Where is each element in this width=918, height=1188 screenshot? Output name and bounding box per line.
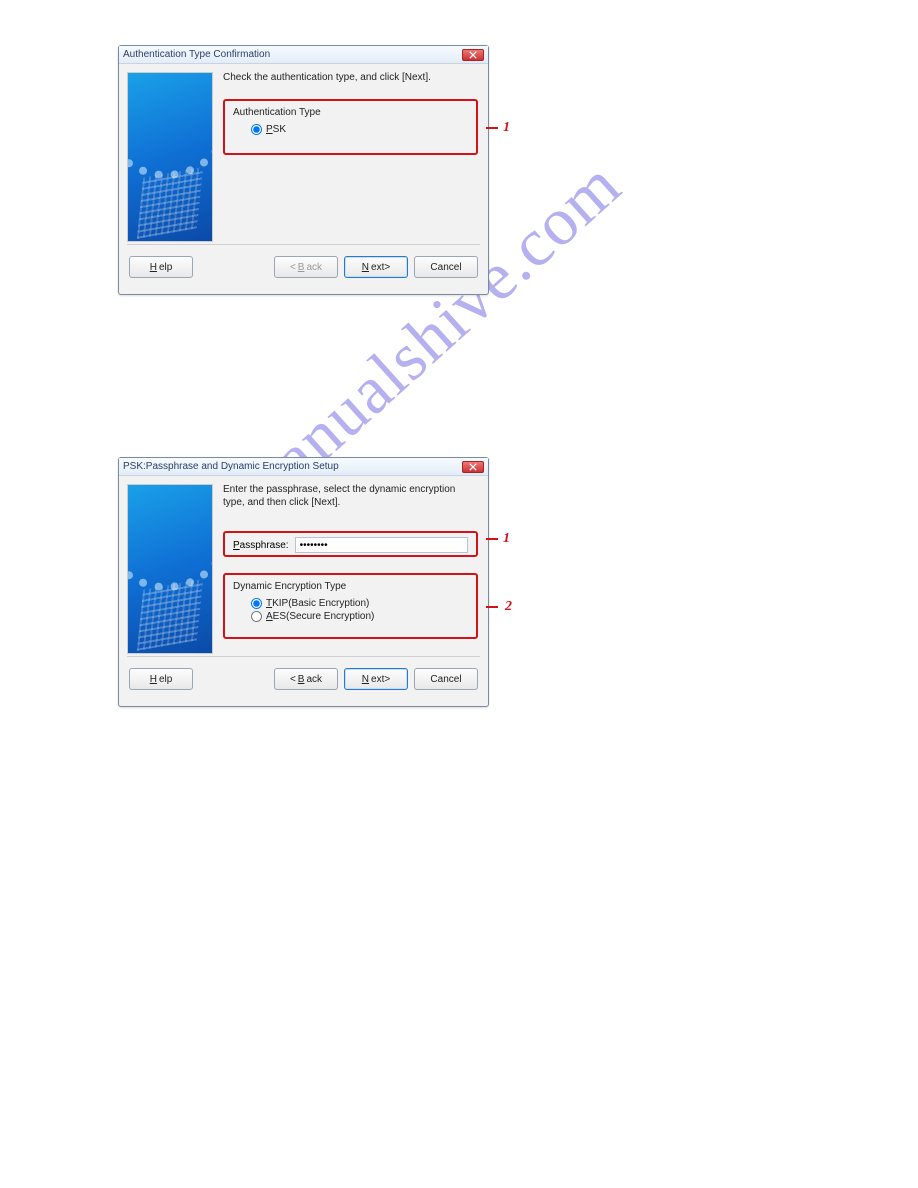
cancel-button[interactable]: Cancel	[414, 256, 478, 278]
passphrase-input[interactable]	[295, 537, 468, 553]
help-button[interactable]: Help	[129, 668, 193, 690]
next-button[interactable]: Next>	[344, 256, 408, 278]
close-button[interactable]	[462, 461, 484, 473]
passphrase-group: Passphrase:	[223, 531, 478, 557]
callout-leader	[486, 127, 498, 129]
close-icon	[469, 463, 477, 471]
titlebar[interactable]: PSK:Passphrase and Dynamic Encryption Se…	[119, 458, 488, 476]
auth-type-psk-option[interactable]: PSK	[233, 122, 468, 135]
callout-marker-1: 1	[503, 531, 510, 547]
instruction-text: Enter the passphrase, select the dynamic…	[223, 484, 478, 509]
window-title: Authentication Type Confirmation	[123, 49, 270, 60]
dialog-auth-type-confirmation: Authentication Type Confirmation Check t…	[118, 45, 489, 295]
help-button[interactable]: Help	[129, 256, 193, 278]
radio-label: TKIP(Basic Encryption)	[266, 598, 369, 609]
back-button[interactable]: <Back	[274, 668, 338, 690]
encryption-aes-option[interactable]: AES(Secure Encryption)	[233, 609, 468, 622]
next-button[interactable]: Next>	[344, 668, 408, 690]
dialog-body: Check the authentication type, and click…	[119, 64, 488, 244]
callout-marker-1: 1	[503, 120, 510, 136]
passphrase-label: Passphrase:	[233, 540, 289, 551]
dialog-body: Enter the passphrase, select the dynamic…	[119, 476, 488, 656]
encryption-tkip-radio[interactable]	[251, 598, 262, 609]
titlebar[interactable]: Authentication Type Confirmation	[119, 46, 488, 64]
group-legend: Dynamic Encryption Type	[233, 581, 468, 592]
back-button: <Back	[274, 256, 338, 278]
callout-leader-2	[486, 606, 498, 608]
cancel-button[interactable]: Cancel	[414, 668, 478, 690]
page: { "watermark": "manualshive.com", "dialo…	[0, 0, 918, 1188]
callout-leader-1	[486, 538, 498, 540]
dialog-content: Enter the passphrase, select the dynamic…	[213, 476, 488, 656]
wizard-illustration	[127, 484, 213, 654]
encryption-type-group: Dynamic Encryption Type TKIP(Basic Encry…	[223, 573, 478, 639]
button-bar: Help <Back Next> Cancel	[119, 245, 488, 289]
passphrase-row: Passphrase:	[233, 537, 468, 553]
callout-marker-2: 2	[505, 599, 512, 615]
encryption-tkip-option[interactable]: TKIP(Basic Encryption)	[233, 596, 468, 609]
button-bar: Help <Back Next> Cancel	[119, 657, 488, 701]
window-title: PSK:Passphrase and Dynamic Encryption Se…	[123, 461, 339, 472]
encryption-aes-radio[interactable]	[251, 611, 262, 622]
close-button[interactable]	[462, 49, 484, 61]
auth-type-group: Authentication Type PSK	[223, 99, 478, 155]
radio-label: PSK	[266, 124, 286, 135]
dialog-psk-passphrase: PSK:Passphrase and Dynamic Encryption Se…	[118, 457, 489, 707]
dialog-content: Check the authentication type, and click…	[213, 64, 488, 244]
auth-type-psk-radio[interactable]	[251, 124, 262, 135]
wizard-illustration	[127, 72, 213, 242]
instruction-text: Check the authentication type, and click…	[223, 72, 478, 85]
close-icon	[469, 51, 477, 59]
group-legend: Authentication Type	[233, 107, 468, 118]
radio-label: AES(Secure Encryption)	[266, 611, 374, 622]
